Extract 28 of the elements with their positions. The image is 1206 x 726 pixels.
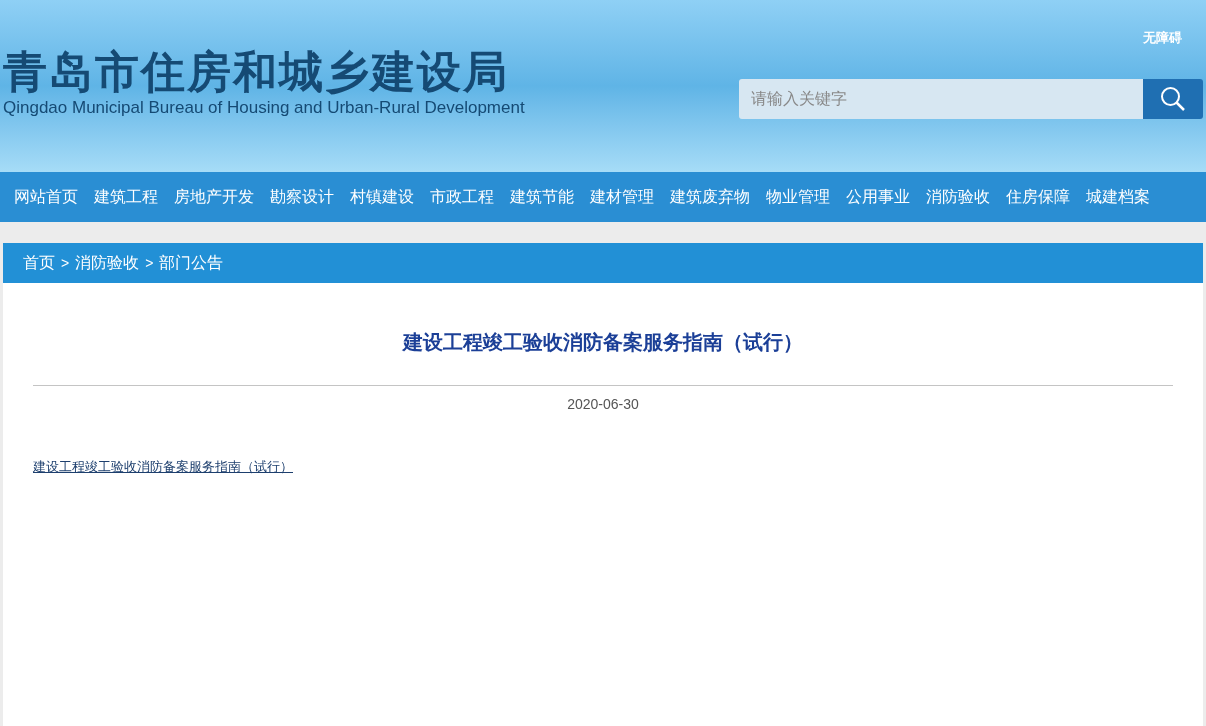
breadcrumb-separator: >: [145, 253, 154, 273]
nav-item[interactable]: 城建档案: [1078, 172, 1158, 222]
nav-item[interactable]: 建筑节能: [502, 172, 582, 222]
nav-item[interactable]: 公用事业: [838, 172, 918, 222]
article-title: 建设工程竣工验收消防备案服务指南（试行）: [401, 330, 804, 355]
nav-item[interactable]: 物业管理: [758, 172, 838, 222]
site-subtitle: Qingdao Municipal Bureau of Housing and Urban-Rural Development: [3, 98, 525, 118]
nav-item[interactable]: 勘察设计: [262, 172, 342, 222]
nav-item[interactable]: 市政工程: [422, 172, 502, 222]
breadcrumb-link[interactable]: 部门公告: [159, 251, 224, 275]
breadcrumb-link[interactable]: 首页: [23, 251, 55, 275]
accessibility-link[interactable]: 无障碍: [1143, 28, 1182, 48]
article-date: 2020-06-30: [566, 395, 640, 414]
nav-item[interactable]: 建材管理: [582, 172, 662, 222]
nav-item[interactable]: 建筑废弃物: [662, 172, 758, 222]
attachment-link[interactable]: 建设工程竣工验收消防备案服务指南（试行）: [33, 459, 293, 474]
nav-item[interactable]: 网站首页: [6, 172, 86, 222]
site-title: 青岛市住房和城乡建设局: [3, 48, 510, 96]
search-icon: [1160, 85, 1186, 112]
nav-item[interactable]: 住房保障: [998, 172, 1078, 222]
nav-item[interactable]: 消防验收: [918, 172, 998, 222]
search-field[interactable]: 请输入关键字: [739, 78, 1143, 119]
nav-item[interactable]: 建筑工程: [86, 172, 166, 222]
nav-item[interactable]: 房地产开发: [166, 172, 262, 222]
breadcrumb-separator: >: [61, 253, 70, 273]
nav-item[interactable]: 村镇建设: [342, 172, 422, 222]
search-button[interactable]: [1143, 78, 1203, 119]
breadcrumb-link[interactable]: 消防验收: [75, 251, 140, 275]
